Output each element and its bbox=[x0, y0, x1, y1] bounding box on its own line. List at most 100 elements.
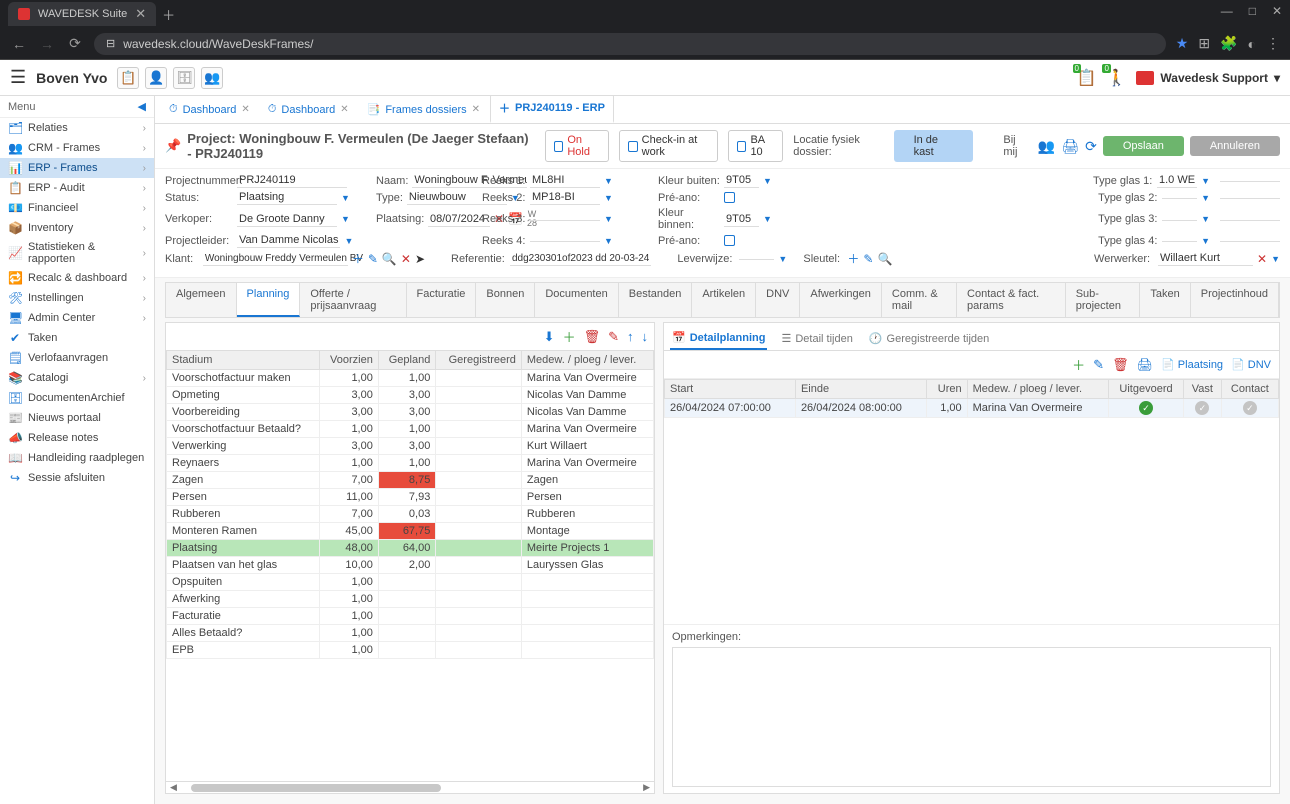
leverwijze-drop[interactable]: ▼ bbox=[778, 254, 787, 264]
referentie-field[interactable]: ddg230301of2023 dd 20-03-24 bbox=[510, 252, 651, 266]
print-icon[interactable]: 🖨 bbox=[1061, 138, 1079, 155]
tab-close-icon[interactable]: ✕ bbox=[241, 104, 249, 115]
doc-tab[interactable]: 📑Frames dossiers✕ bbox=[359, 98, 488, 123]
subtab-offerte-prijsaanvraag[interactable]: Offerte / prijsaanvraag bbox=[300, 283, 406, 317]
status-drop[interactable]: ▼ bbox=[341, 193, 350, 203]
doc-tab[interactable]: ⏱Dashboard✕ bbox=[260, 98, 357, 123]
status-check-icon[interactable]: ✓ bbox=[1243, 401, 1257, 415]
plan-header[interactable]: Stadium bbox=[167, 351, 320, 370]
plan-row[interactable]: Voorschotfactuur Betaald?1,001,00Marina … bbox=[167, 421, 654, 438]
kleurbuiten-drop[interactable]: ▼ bbox=[763, 176, 772, 186]
hdr-notif-2[interactable]: 🚶0 bbox=[1106, 68, 1126, 88]
subtab-bonnen[interactable]: Bonnen bbox=[476, 283, 535, 317]
support-dropdown[interactable]: Wavedesk Support ▾ bbox=[1136, 71, 1280, 85]
detail-row[interactable]: 26/04/2024 07:00:0026/04/2024 08:00:001,… bbox=[665, 399, 1279, 418]
typeglas1-drop[interactable]: ▼ bbox=[1201, 176, 1210, 186]
reeks1-drop[interactable]: ▼ bbox=[604, 176, 613, 186]
typeglas3-drop[interactable]: ▼ bbox=[1201, 214, 1210, 224]
bookmark-icon[interactable]: ★ bbox=[1176, 35, 1189, 52]
plan-row[interactable]: Verwerking3,003,00Kurt Willaert bbox=[167, 438, 654, 455]
tab-close-icon[interactable]: ✕ bbox=[472, 104, 480, 115]
status-check-icon[interactable]: ✓ bbox=[1139, 401, 1153, 415]
detail-header[interactable]: Uitgevoerd bbox=[1108, 380, 1183, 399]
sidebar-item-erp-frames[interactable]: 📊ERP - Frames› bbox=[0, 158, 154, 178]
refresh-icon[interactable]: ⟳ bbox=[1085, 138, 1097, 155]
kleurbinnen-drop[interactable]: ▼ bbox=[763, 214, 772, 224]
plan-row[interactable]: Rubberen7,000,03Rubberen bbox=[167, 506, 654, 523]
cancel-button[interactable]: Annuleren bbox=[1190, 136, 1280, 156]
plan-row[interactable]: Persen11,007,93Persen bbox=[167, 489, 654, 506]
werwerker-drop[interactable]: ▼ bbox=[1271, 254, 1280, 264]
werwerker-clear[interactable]: ✕ bbox=[1257, 252, 1267, 266]
werwerker-field[interactable]: Willaert Kurt bbox=[1158, 251, 1253, 266]
sidebar-item-handleiding-raadplegen[interactable]: 📖Handleiding raadplegen bbox=[0, 448, 154, 468]
save-button[interactable]: Opslaan bbox=[1103, 136, 1184, 156]
subtab-taken[interactable]: Taken bbox=[1140, 283, 1190, 317]
h-scrollbar[interactable]: ◀▶ bbox=[166, 781, 654, 793]
plan-row[interactable]: Opmeting3,003,00Nicolas Van Damme bbox=[167, 387, 654, 404]
sidebar-item-sessie-afsluiten[interactable]: ↪Sessie afsluiten bbox=[0, 468, 154, 488]
preano2-checkbox[interactable] bbox=[724, 235, 735, 246]
typeglas2-field[interactable] bbox=[1162, 196, 1197, 199]
reeks2-field[interactable]: MP18-BI bbox=[530, 190, 600, 205]
profile-icon[interactable]: ◐ bbox=[1248, 36, 1256, 52]
extension-icon-1[interactable]: ⊞ bbox=[1198, 35, 1210, 52]
sidebar-item-admin-center[interactable]: 🖥Admin Center› bbox=[0, 308, 154, 328]
reeks4-drop[interactable]: ▼ bbox=[604, 236, 613, 246]
detail-header[interactable]: Start bbox=[665, 380, 796, 399]
klant-clear-icon[interactable]: ✕ bbox=[401, 252, 411, 266]
klant-send-icon[interactable]: ➤ bbox=[415, 252, 425, 266]
loc-value[interactable]: In de kast bbox=[894, 130, 974, 162]
plan-add-icon[interactable]: ＋ bbox=[563, 327, 576, 346]
plan-row[interactable]: Afwerking1,00 bbox=[167, 591, 654, 608]
plan-down-icon[interactable]: ↓ bbox=[642, 329, 649, 344]
plan-up-icon[interactable]: ↑ bbox=[627, 329, 634, 344]
nav-back[interactable]: ← bbox=[10, 36, 28, 52]
typeglas4-drop[interactable]: ▼ bbox=[1201, 236, 1210, 246]
plan-brush-icon[interactable]: ✎ bbox=[608, 329, 619, 345]
menu-icon[interactable]: ⋮ bbox=[1266, 35, 1280, 52]
sidebar-item-taken[interactable]: ✔Taken bbox=[0, 328, 154, 348]
sidebar-item-verlofaanvragen[interactable]: 🗒Verlofaanvragen bbox=[0, 348, 154, 368]
reeks1-field[interactable]: ML8HI bbox=[530, 173, 600, 188]
hamburger-icon[interactable]: ☰ bbox=[10, 67, 26, 88]
plan-header[interactable]: Gepland bbox=[378, 351, 435, 370]
typeglas1-field[interactable]: 1.0 WE bbox=[1157, 173, 1197, 188]
sidebar-item-relaties[interactable]: 🗂Relaties› bbox=[0, 118, 154, 138]
detail-header[interactable]: Uren bbox=[926, 380, 967, 399]
sidebar-item-release-notes[interactable]: 📣Release notes bbox=[0, 428, 154, 448]
site-info-icon[interactable]: ⊟ bbox=[106, 37, 115, 50]
subtab-bestanden[interactable]: Bestanden bbox=[619, 283, 693, 317]
plan-row[interactable]: Voorbereiding3,003,00Nicolas Van Damme bbox=[167, 404, 654, 421]
detail-header[interactable]: Contact bbox=[1221, 380, 1278, 399]
detail-header[interactable]: Einde bbox=[795, 380, 926, 399]
tab-close-icon[interactable]: ✕ bbox=[135, 6, 146, 22]
projectleider-field[interactable]: Van Damme Nicolas bbox=[237, 233, 340, 248]
tab-close-icon[interactable]: ✕ bbox=[340, 104, 348, 115]
plan-download-icon[interactable]: ⬇ bbox=[544, 329, 555, 345]
kleurbuiten-field[interactable]: 9T05 bbox=[724, 173, 759, 188]
reeks2-drop[interactable]: ▼ bbox=[604, 193, 613, 203]
typeglas2-extra[interactable] bbox=[1220, 196, 1280, 199]
status-check-icon[interactable]: ✓ bbox=[1195, 401, 1209, 415]
typeglas2-drop[interactable]: ▼ bbox=[1201, 193, 1210, 203]
address-bar[interactable]: ⊟ wavedesk.cloud/WaveDeskFrames/ bbox=[94, 33, 1166, 55]
share-icon[interactable]: 👥 bbox=[1038, 138, 1055, 155]
nav-forward[interactable]: → bbox=[38, 36, 56, 52]
tab-detailplanning[interactable]: 📅Detailplanning bbox=[670, 327, 767, 350]
plan-row[interactable]: Plaatsen van het glas10,002,00Lauryssen … bbox=[167, 557, 654, 574]
doc-tab[interactable]: ＋PRJ240119 - ERP bbox=[490, 96, 614, 123]
plan-row[interactable]: Facturatie1,00 bbox=[167, 608, 654, 625]
tab-geregistreerde[interactable]: 🕐Geregistreerde tijden bbox=[867, 327, 991, 350]
reeks3-field[interactable] bbox=[530, 218, 600, 221]
opmerkingen-textarea[interactable] bbox=[672, 647, 1271, 787]
sidebar-item-catalogi[interactable]: 📚Catalogi› bbox=[0, 368, 154, 388]
sidebar-item-instellingen[interactable]: 🛠Instellingen› bbox=[0, 288, 154, 308]
klant-add-icon[interactable]: ＋ bbox=[352, 250, 364, 267]
verkoper-field[interactable]: De Groote Danny bbox=[237, 212, 337, 227]
onhold-checkbox[interactable]: On Hold bbox=[545, 130, 609, 162]
plaatsing-field[interactable]: 08/07/2024 bbox=[428, 212, 490, 227]
plan-row[interactable]: Reynaers1,001,00Marina Van Overmeire bbox=[167, 455, 654, 472]
sleutel-add-icon[interactable]: ＋ bbox=[847, 250, 859, 267]
hdr-icon-user[interactable]: 👤 bbox=[145, 67, 167, 89]
